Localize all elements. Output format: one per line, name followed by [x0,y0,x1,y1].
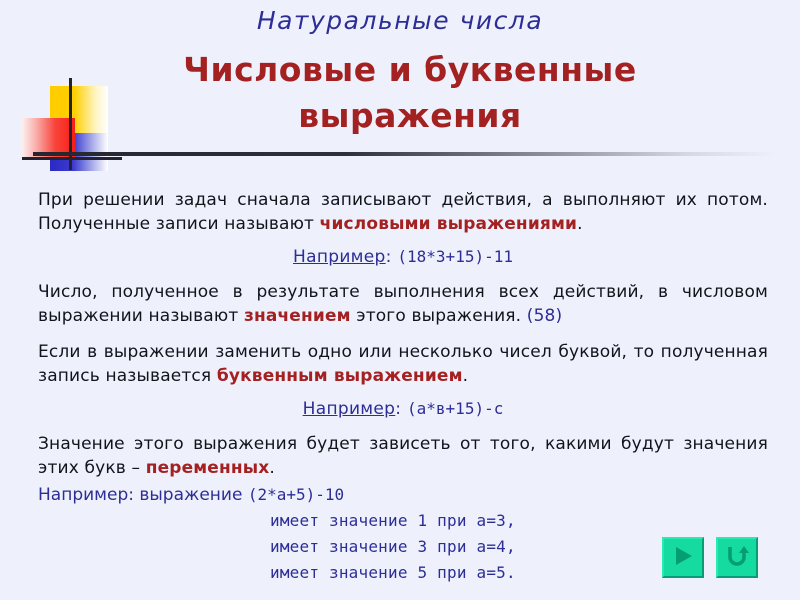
return-button[interactable] [716,537,758,578]
page-title-line-2: выражения [298,95,522,135]
slide-subtitle: Натуральные числа [256,6,544,35]
page-title-line-1: Числовые и буквенные [183,50,637,89]
example-3-label: Например [38,485,129,505]
slide-root: { "slide": { "subtitle": "Натуральные чи… [0,0,800,600]
u-turn-arrow-icon [725,544,749,572]
value-list-item: имеет значение 1 при а=3, [270,511,516,530]
p2-page-reference: (58) [526,306,563,327]
paragraph-literal-expressions: Если в выражении заменить одно или неско… [38,340,768,388]
example-numeric: Например: (18*3+15)-11 [38,247,768,267]
example-literal: Например: (а*в+15)-с [38,399,768,419]
page-title: Числовые и буквенные выражения [130,47,690,138]
p3-text-part-2: . [462,365,469,386]
play-triangle-icon [671,544,695,572]
example-1-separator: : [385,247,398,268]
p1-text-part-2: . [577,214,583,235]
example-3-separator: : выражение [128,485,248,505]
example-1-expression: (18*3+15)-11 [397,247,513,267]
next-slide-button[interactable] [662,537,704,578]
paragraph-numeric-expressions: При решении задач сначала записывают дей… [38,188,768,236]
example-1-label: Например [293,247,386,268]
p2-text-part-2: этого выражения. [350,306,527,327]
p1-emphasis: числовыми выражениями [319,214,578,235]
p2-emphasis: значением [243,306,351,327]
example-2-label: Например [302,398,396,419]
title-divider [33,152,778,156]
p4-emphasis: переменных [145,457,270,478]
example-2-expression: (а*в+15)-с [407,398,504,418]
example-variable-expression: Например: выражение (2*а+5)-10 [38,485,768,505]
p3-emphasis: буквенным выражением [216,365,463,386]
logo-horizontal-axis [22,157,122,160]
paragraph-variables: Значение этого выражения будет зависеть … [38,432,768,480]
example-3-expression: (2*а+5)-10 [247,485,345,504]
example-2-separator: : [395,398,408,419]
p4-text-part-2: . [269,457,275,478]
paragraph-value-definition: Число, полученное в результате выполнени… [38,280,768,328]
slide-body: При решении задач сначала записывают дей… [38,188,768,586]
value-list: имеет значение 1 при а=3, имеет значение… [38,508,768,586]
navigation-buttons [662,537,762,581]
